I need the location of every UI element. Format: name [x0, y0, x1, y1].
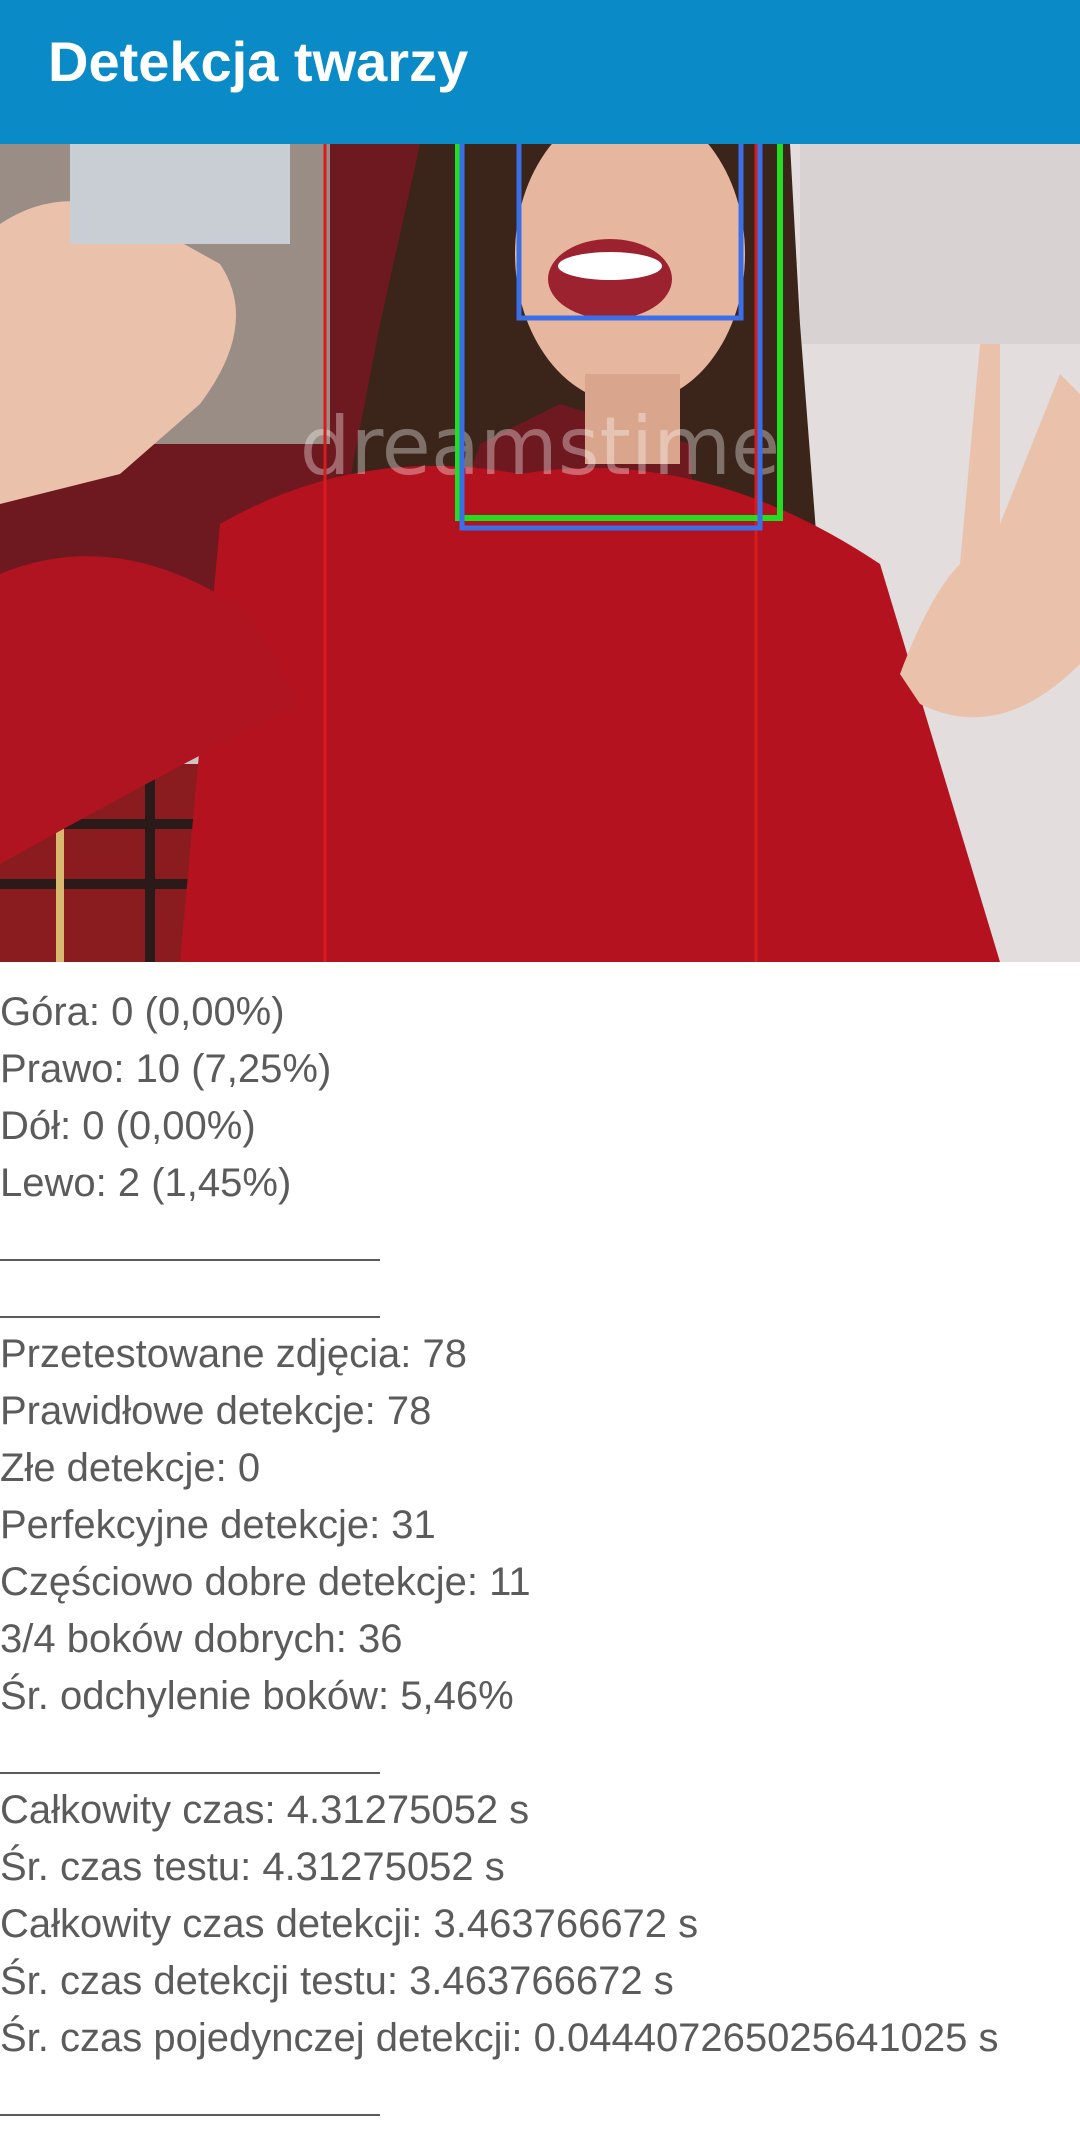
separator: [0, 1212, 1080, 1269]
bad-detections-stat: Złe detekcje: 0: [0, 1446, 261, 1490]
side-bottom-stat: Dół: 0 (0,00%): [0, 1104, 256, 1148]
side-left-stat: Lewo: 2 (1,45%): [0, 1161, 292, 1205]
avg-test-time-stat: Śr. czas testu: 4.31275052 s: [0, 1845, 505, 1889]
avg-test-detection-time-stat: Śr. czas detekcji testu: 3.463766672 s: [0, 1959, 674, 2003]
detection-photo: dreamstime: [0, 144, 1080, 962]
partially-good-detections-stat: Częściowo dobre detekcje: 11: [0, 1560, 531, 1604]
tested-images-stat: Przetestowane zdjęcia: 78: [0, 1332, 467, 1376]
separator: [0, 2067, 1080, 2124]
watermark-text: dreamstime: [300, 400, 781, 493]
app-bar: Detekcja twarzy: [0, 0, 1080, 144]
avg-side-deviation-stat: Śr. odchylenie boków: 5,46%: [0, 1674, 514, 1718]
avg-single-detection-time-stat: Śr. czas pojedynczej detekcji: 0.0444072…: [0, 2016, 999, 2060]
separator: [0, 1725, 1080, 1782]
side-right-stat: Prawo: 10 (7,25%): [0, 1047, 332, 1091]
correct-detections-stat: Prawidłowe detekcje: 78: [0, 1389, 432, 1433]
results-panel: Góra: 0 (0,00%) Prawo: 10 (7,25%) Dół: 0…: [0, 984, 1080, 2124]
three-sides-good-stat: 3/4 boków dobrych: 36: [0, 1617, 403, 1661]
total-detection-time-stat: Całkowity czas detekcji: 3.463766672 s: [0, 1902, 699, 1946]
separator: [0, 1269, 1080, 1326]
perfect-detections-stat: Perfekcyjne detekcje: 31: [0, 1503, 436, 1547]
total-time-stat: Całkowity czas: 4.31275052 s: [0, 1788, 530, 1832]
app-title: Detekcja twarzy: [48, 30, 469, 93]
side-top-stat: Góra: 0 (0,00%): [0, 990, 285, 1034]
